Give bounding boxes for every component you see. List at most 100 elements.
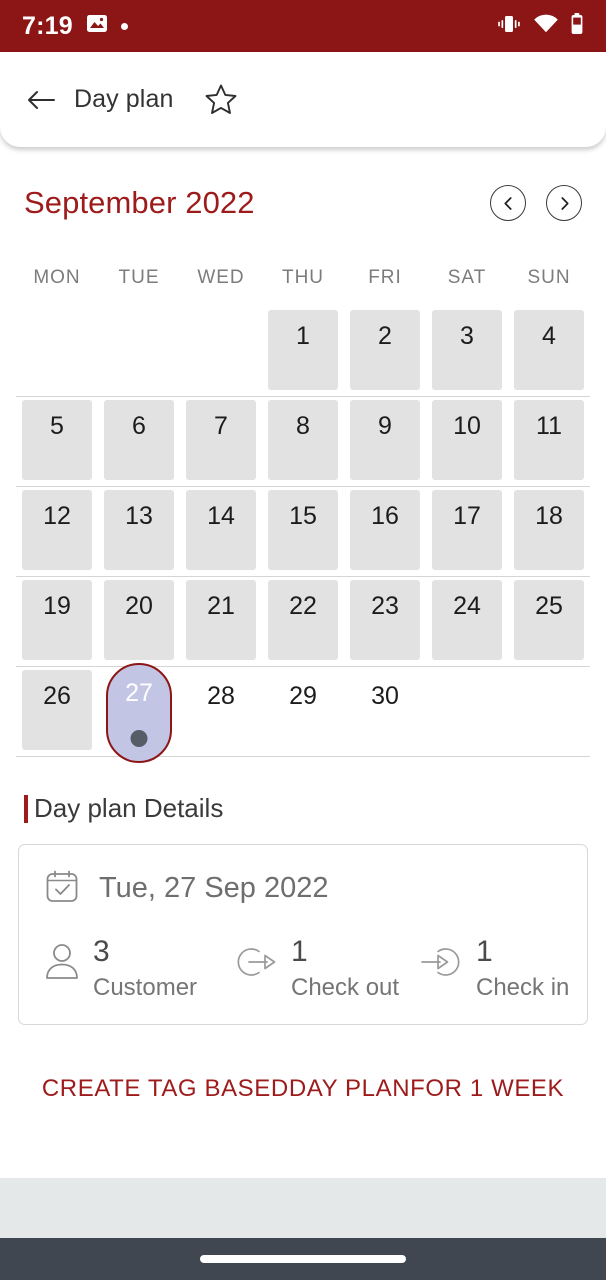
back-button[interactable] (24, 83, 58, 117)
calendar-day-box: 26 (22, 670, 92, 750)
calendar-day-cell[interactable]: 20 (98, 577, 180, 666)
calendar-day-cell[interactable]: 12 (16, 487, 98, 576)
calendar-day-cell[interactable]: 22 (262, 577, 344, 666)
calendar-day-cell[interactable]: 25 (508, 577, 590, 666)
calendar-day-cell[interactable]: 26 (16, 667, 98, 763)
weekday-label: SUN (527, 267, 571, 288)
stat-text: 1 Check out (291, 936, 399, 1002)
main-content: September 2022 MON TUE WED THU FRI SAT S… (0, 147, 606, 1178)
app-bar: Day plan (0, 52, 606, 147)
chevron-left-icon (503, 196, 512, 210)
calendar-day-box: 27 (106, 663, 172, 763)
calendar-day-number: 22 (289, 592, 317, 620)
calendar-day-box: 2 (350, 310, 420, 390)
month-header: September 2022 (0, 147, 606, 221)
calendar-day-cell[interactable]: 18 (508, 487, 590, 576)
weekday-label: TUE (118, 267, 160, 288)
calendar-day-number: 3 (460, 322, 474, 350)
day-plan-screen: 7:19 Day plan September 2022 MON TUE WED… (0, 0, 606, 1280)
stat-value: 1 (476, 935, 493, 968)
calendar-day-cell[interactable]: 14 (180, 487, 262, 576)
calendar-day-cell[interactable]: 28 (180, 667, 262, 763)
calendar-day-cell[interactable]: 8 (262, 397, 344, 486)
calendar-day-cell[interactable]: 10 (426, 397, 508, 486)
calendar-day-number: 15 (289, 502, 317, 530)
calendar-day-cell[interactable]: 9 (344, 397, 426, 486)
calendar-day-cell[interactable]: 16 (344, 487, 426, 576)
calendar-day-cell[interactable]: 3 (426, 307, 508, 396)
calendar-day-box: 29 (268, 670, 338, 750)
check-out-icon (233, 942, 279, 987)
calendar-day-number: 18 (535, 502, 563, 530)
calendar-day-box: 15 (268, 490, 338, 570)
calendar-day-cell[interactable]: 17 (426, 487, 508, 576)
calendar-day-cell[interactable]: 5 (16, 397, 98, 486)
stat-label: Customer (93, 973, 198, 1001)
calendar-empty-cell (16, 307, 98, 396)
calendar-week-row: 5 6 7 8 9 10 11 (16, 397, 590, 487)
calendar-day-cell[interactable]: 27 (98, 663, 180, 763)
calendar-day-cell[interactable]: 1 (262, 307, 344, 396)
status-bar: 7:19 (0, 0, 606, 52)
calendar-day-box: 24 (432, 580, 502, 660)
calendar-day-cell[interactable]: 4 (508, 307, 590, 396)
calendar-day-box: 11 (514, 400, 584, 480)
calendar-day-number: 23 (371, 592, 399, 620)
check-in-icon (418, 942, 464, 987)
calendar-day-cell[interactable]: 30 (344, 667, 426, 763)
calendar-day-box: 18 (514, 490, 584, 570)
calendar-day-box: 1 (268, 310, 338, 390)
calendar-day-cell[interactable]: 11 (508, 397, 590, 486)
calendar-day-box: 23 (350, 580, 420, 660)
stat-label: Check in (476, 973, 570, 1001)
next-month-button[interactable] (546, 185, 582, 221)
calendar-day-number: 19 (43, 592, 71, 620)
calendar-day-number: 6 (132, 412, 146, 440)
page-title: Day plan (74, 85, 174, 113)
stat-value: 1 (291, 935, 308, 968)
calendar-day-cell[interactable]: 21 (180, 577, 262, 666)
calendar-day-box: 6 (104, 400, 174, 480)
prev-month-button[interactable] (490, 185, 526, 221)
day-plan-details-card[interactable]: Tue, 27 Sep 2022 3 Customer 1 Check out … (18, 844, 588, 1025)
chevron-right-icon (560, 196, 569, 210)
details-section-header: Day plan Details (24, 793, 606, 824)
calendar-day-number: 28 (207, 682, 235, 710)
calendar-day-cell[interactable]: 6 (98, 397, 180, 486)
weekday-label: SAT (447, 267, 487, 288)
calendar-day-box: 22 (268, 580, 338, 660)
bottom-grey-strip (0, 1178, 606, 1238)
image-icon (86, 14, 108, 38)
stat-label: Check out (291, 973, 400, 1001)
create-tag-based-day-plan-button[interactable]: CREATE TAG BASEDDAY PLANFOR 1 WEEK (0, 1075, 606, 1103)
calendar-day-cell[interactable]: 7 (180, 397, 262, 486)
stat-check-in: 1 Check in (418, 936, 569, 1002)
calendar-day-number: 21 (207, 592, 235, 620)
stat-text: 1 Check in (476, 936, 569, 1002)
details-title: Day plan Details (34, 793, 224, 823)
calendar-day-number: 17 (453, 502, 481, 530)
calendar-day-number: 2 (378, 322, 392, 350)
stats-row: 3 Customer 1 Check out 1 Check in (43, 936, 569, 1002)
calendar-day-cell[interactable]: 19 (16, 577, 98, 666)
calendar-day-number: 20 (125, 592, 153, 620)
home-indicator[interactable] (200, 1255, 406, 1263)
calendar-day-number: 16 (371, 502, 399, 530)
battery-icon (570, 12, 584, 40)
calendar-day-number: 24 (453, 592, 481, 620)
calendar-empty-cell (426, 667, 508, 763)
favorite-button[interactable] (203, 82, 239, 118)
stat-check-out: 1 Check out (233, 936, 418, 1002)
month-title: September 2022 (24, 185, 255, 220)
calendar-day-number: 4 (542, 322, 556, 350)
calendar-day-cell[interactable]: 13 (98, 487, 180, 576)
calendar-day-cell[interactable]: 2 (344, 307, 426, 396)
calendar-day-cell[interactable]: 23 (344, 577, 426, 666)
calendar-day-cell[interactable]: 24 (426, 577, 508, 666)
calendar-day-box: 10 (432, 400, 502, 480)
accent-bar (24, 794, 28, 823)
calendar-empty-cell (98, 307, 180, 396)
event-indicator-dot (130, 730, 148, 747)
calendar-day-cell[interactable]: 15 (262, 487, 344, 576)
calendar-day-cell[interactable]: 29 (262, 667, 344, 763)
